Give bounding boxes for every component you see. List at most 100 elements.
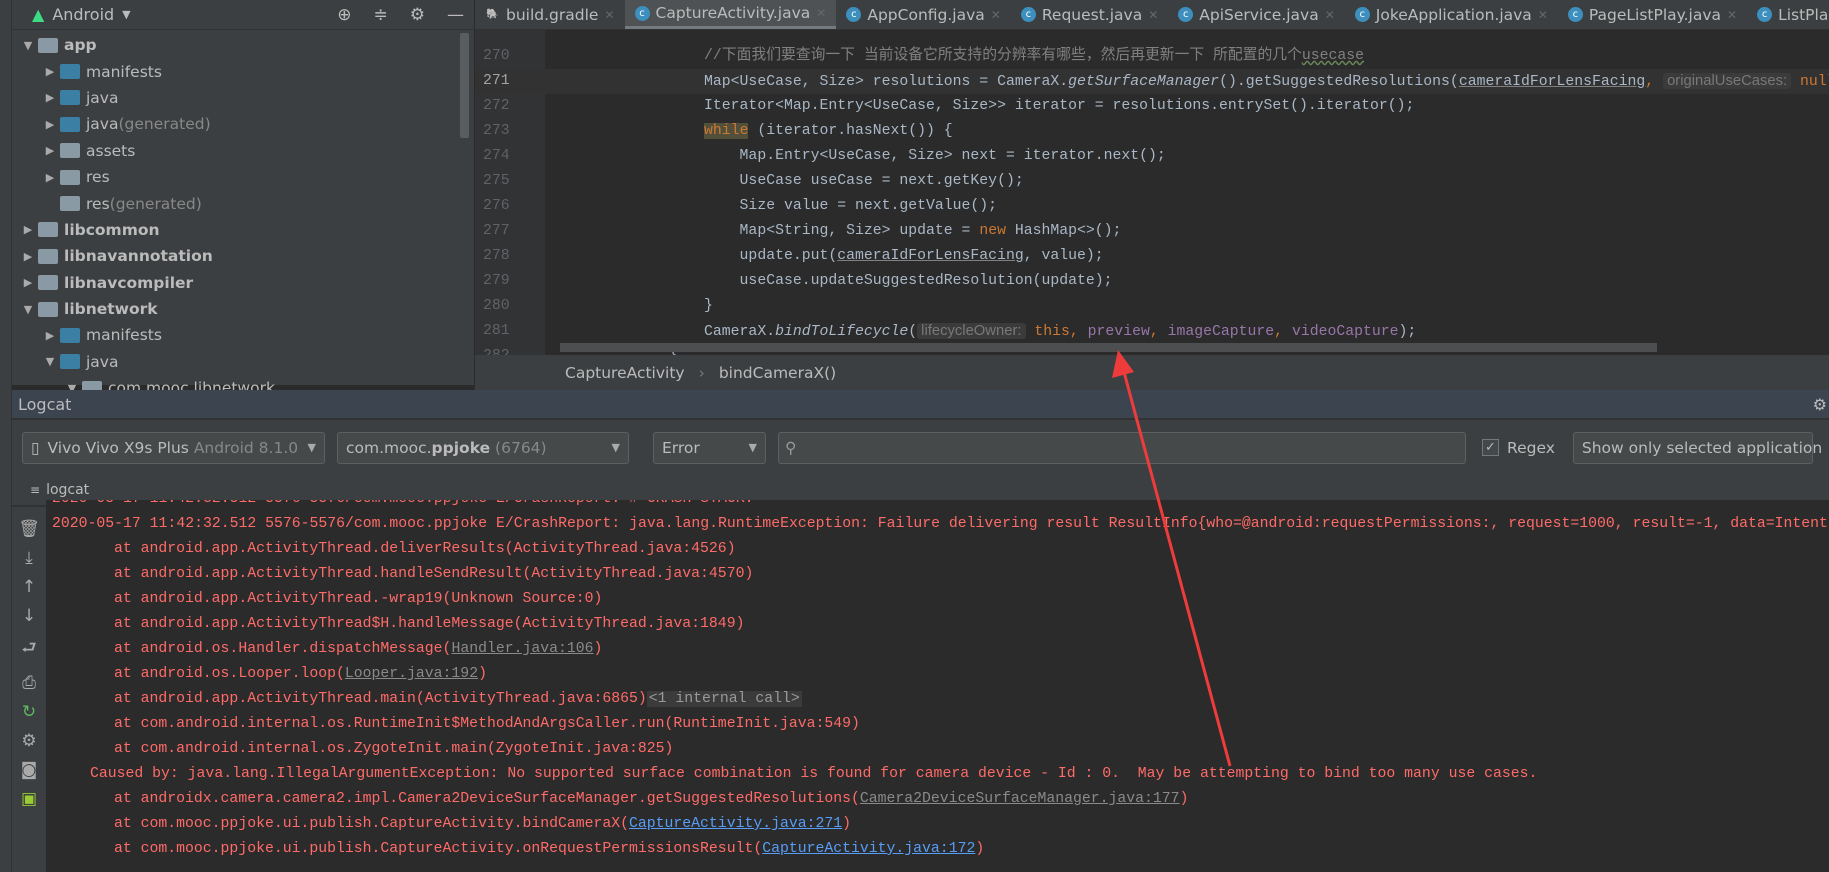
filter-dropdown[interactable]: Show only selected application xyxy=(1572,431,1822,464)
device-dropdown[interactable]: ▯ Vivo Vivo X9s Plus Android 8.1.0 ▼ xyxy=(22,431,325,464)
collapse-all-icon[interactable]: ≑ xyxy=(374,5,388,25)
logcat-toolbar: ▯ Vivo Vivo X9s Plus Android 8.1.0 ▼ com… xyxy=(12,420,1829,475)
collapse-arrow-icon[interactable]: ▶ xyxy=(18,223,38,236)
tree-item[interactable]: ▶ libcommon xyxy=(12,217,474,243)
minimize-icon[interactable]: — xyxy=(447,5,464,25)
editor-tabs: 🐘 build.gradle ✕ c CaptureActivity.java ✕ c App… xyxy=(475,0,1829,30)
trash-icon[interactable]: 🗑 xyxy=(18,519,40,539)
tree-item[interactable]: ▼ app xyxy=(12,32,474,58)
screenshot-icon[interactable]: ◙ xyxy=(21,760,38,780)
code-token: new xyxy=(979,223,1006,239)
fold-hint[interactable]: <1 internal call> xyxy=(646,691,802,707)
search-input[interactable]: ⚲ xyxy=(778,431,1466,464)
soft-wrap-icon[interactable]: ⮐ xyxy=(21,635,36,664)
collapse-arrow-icon[interactable]: ▶ xyxy=(40,144,60,157)
class-icon: c xyxy=(1354,7,1370,22)
gear-icon[interactable]: ⚙ xyxy=(21,731,36,751)
left-tool-strip[interactable] xyxy=(0,0,12,872)
log-text: ) xyxy=(593,641,603,657)
tree-item[interactable]: ▶ libnavannotation xyxy=(12,243,474,269)
tree-item[interactable]: ▶ libnavcompiler xyxy=(12,270,474,296)
process-dropdown[interactable]: com.mooc. ppjoke (6764) ▼ xyxy=(337,431,629,464)
tab-label: ListPlayer xyxy=(1778,5,1829,24)
tab-jokeapplication-java[interactable]: c JokeApplication.java ✕ xyxy=(1345,0,1558,29)
tree-item[interactable]: ▶ manifests xyxy=(12,322,474,348)
arrow-down-icon[interactable]: ↓ xyxy=(22,606,36,626)
close-icon[interactable]: ✕ xyxy=(1538,8,1548,22)
logcat-side-toolbar: 🗑 ⤓ ↑ ↓ ⮐ ⎙ ↻ ⚙ ◙ ▣ xyxy=(12,507,46,872)
device-os: Android 8.1.0 xyxy=(193,438,299,457)
breadcrumb-class[interactable]: CaptureActivity xyxy=(565,364,685,382)
collapse-arrow-icon[interactable]: ▶ xyxy=(18,276,38,289)
source-link[interactable]: CaptureActivity.java:271 xyxy=(629,816,842,832)
source-link[interactable]: Handler.java:106 xyxy=(451,641,593,657)
log-text: at com.android.internal.os.RuntimeInit$M… xyxy=(114,716,860,732)
tree-item[interactable]: ▶ manifests xyxy=(12,58,474,84)
tree-item[interactable]: ▼ libnetwork xyxy=(12,296,474,322)
gear-icon[interactable]: ⚙ xyxy=(410,5,425,25)
tree-item[interactable]: ▶ res xyxy=(12,164,474,190)
log-text: at android.app.ActivityThread.deliverRes… xyxy=(114,541,736,557)
gradle-icon: 🐘 xyxy=(486,9,499,20)
collapse-arrow-icon[interactable]: ▶ xyxy=(40,118,60,131)
logcat-output[interactable]: 2020-05-17 11:42:32.512 5576-5576/com.mo… xyxy=(46,500,1829,872)
project-scrollbar[interactable] xyxy=(460,33,469,138)
code-token: imageCapture xyxy=(1167,324,1275,340)
tree-item-label: manifests xyxy=(86,62,162,81)
editor-horizontal-scrollbar[interactable] xyxy=(560,343,1657,352)
close-icon[interactable]: ✕ xyxy=(991,8,1001,22)
project-view-selector[interactable]: Android xyxy=(52,5,114,24)
tab-listplayer[interactable]: cListPlayer✕ xyxy=(1747,0,1829,29)
expand-arrow-icon[interactable]: ▼ xyxy=(40,355,60,368)
print-icon[interactable]: ⎙ xyxy=(22,673,36,693)
tab-appconfig-java[interactable]: c AppConfig.java ✕ xyxy=(836,0,1010,29)
tree-item-label: java xyxy=(86,352,119,371)
arrow-up-icon[interactable]: ↑ xyxy=(22,577,36,597)
code-token: Map<String, Size> update = xyxy=(633,223,980,239)
tab-captureactivity-java[interactable]: c CaptureActivity.java ✕ xyxy=(624,0,837,29)
folder-icon xyxy=(60,196,80,212)
line-number: 277 xyxy=(483,223,510,239)
collapse-arrow-icon[interactable]: ▶ xyxy=(40,65,60,78)
screen-record-icon[interactable]: ▣ xyxy=(21,789,37,809)
code-token: while xyxy=(704,123,749,139)
tree-item[interactable]: ▼ java xyxy=(12,349,474,375)
tree-item[interactable]: ▶ assets xyxy=(12,138,474,164)
logcat-tab[interactable]: logcat xyxy=(46,482,89,498)
expand-arrow-icon[interactable]: ▼ xyxy=(18,39,38,52)
locate-icon[interactable]: ⊕ xyxy=(337,5,351,25)
code-editor[interactable]: 270 //下面我们要查询一下 当前设备它所支持的分辨率有哪些，然后再更新一下 … xyxy=(475,30,1829,355)
folder-icon xyxy=(60,90,80,106)
close-icon[interactable]: ✕ xyxy=(1148,8,1158,22)
source-link[interactable]: Looper.java:192 xyxy=(345,666,478,682)
source-link[interactable]: CaptureActivity.java:172 xyxy=(762,841,975,857)
expand-arrow-icon[interactable]: ▼ xyxy=(18,303,38,316)
close-icon[interactable]: ✕ xyxy=(1325,8,1335,22)
code-text: while (iterator.hasNext()) { xyxy=(633,119,953,144)
close-icon[interactable]: ✕ xyxy=(1727,8,1737,22)
source-link[interactable]: Camera2DeviceSurfaceManager.java:177 xyxy=(860,791,1180,807)
collapse-arrow-icon[interactable]: ▶ xyxy=(40,91,60,104)
breadcrumb-method[interactable]: bindCameraX() xyxy=(719,364,836,382)
tree-item[interactable]: ▶ java xyxy=(12,85,474,111)
tab-request-java[interactable]: c Request.java ✕ xyxy=(1011,0,1168,29)
chevron-down-icon[interactable]: ▼ xyxy=(122,8,130,21)
gear-icon[interactable]: ⚙ xyxy=(1813,395,1829,414)
collapse-arrow-icon[interactable]: ▶ xyxy=(40,329,60,342)
tree-item-label: libcommon xyxy=(64,220,160,239)
close-icon[interactable]: ✕ xyxy=(816,6,826,20)
regex-checkbox[interactable]: ✓ xyxy=(1482,439,1499,456)
tab-apiservice-java[interactable]: c ApiService.java ✕ xyxy=(1168,0,1345,29)
tree-item[interactable]: ▶ java (generated) xyxy=(12,111,474,137)
tab-build-gradle[interactable]: 🐘 build.gradle ✕ xyxy=(475,0,625,29)
collapse-arrow-icon[interactable]: ▶ xyxy=(18,250,38,263)
log-level-dropdown[interactable]: Error ▼ xyxy=(653,431,766,464)
collapse-arrow-icon[interactable]: ▶ xyxy=(40,171,60,184)
code-token: } xyxy=(633,298,713,314)
tree-item[interactable]: res (generated) xyxy=(12,190,474,216)
close-icon[interactable]: ✕ xyxy=(604,8,614,22)
tab-pagelistplay-java[interactable]: c PageListPlay.java ✕ xyxy=(1558,0,1747,29)
scroll-to-end-icon[interactable]: ⤓ xyxy=(25,548,33,568)
restart-icon[interactable]: ↻ xyxy=(22,702,36,722)
folder-icon xyxy=(60,116,80,132)
